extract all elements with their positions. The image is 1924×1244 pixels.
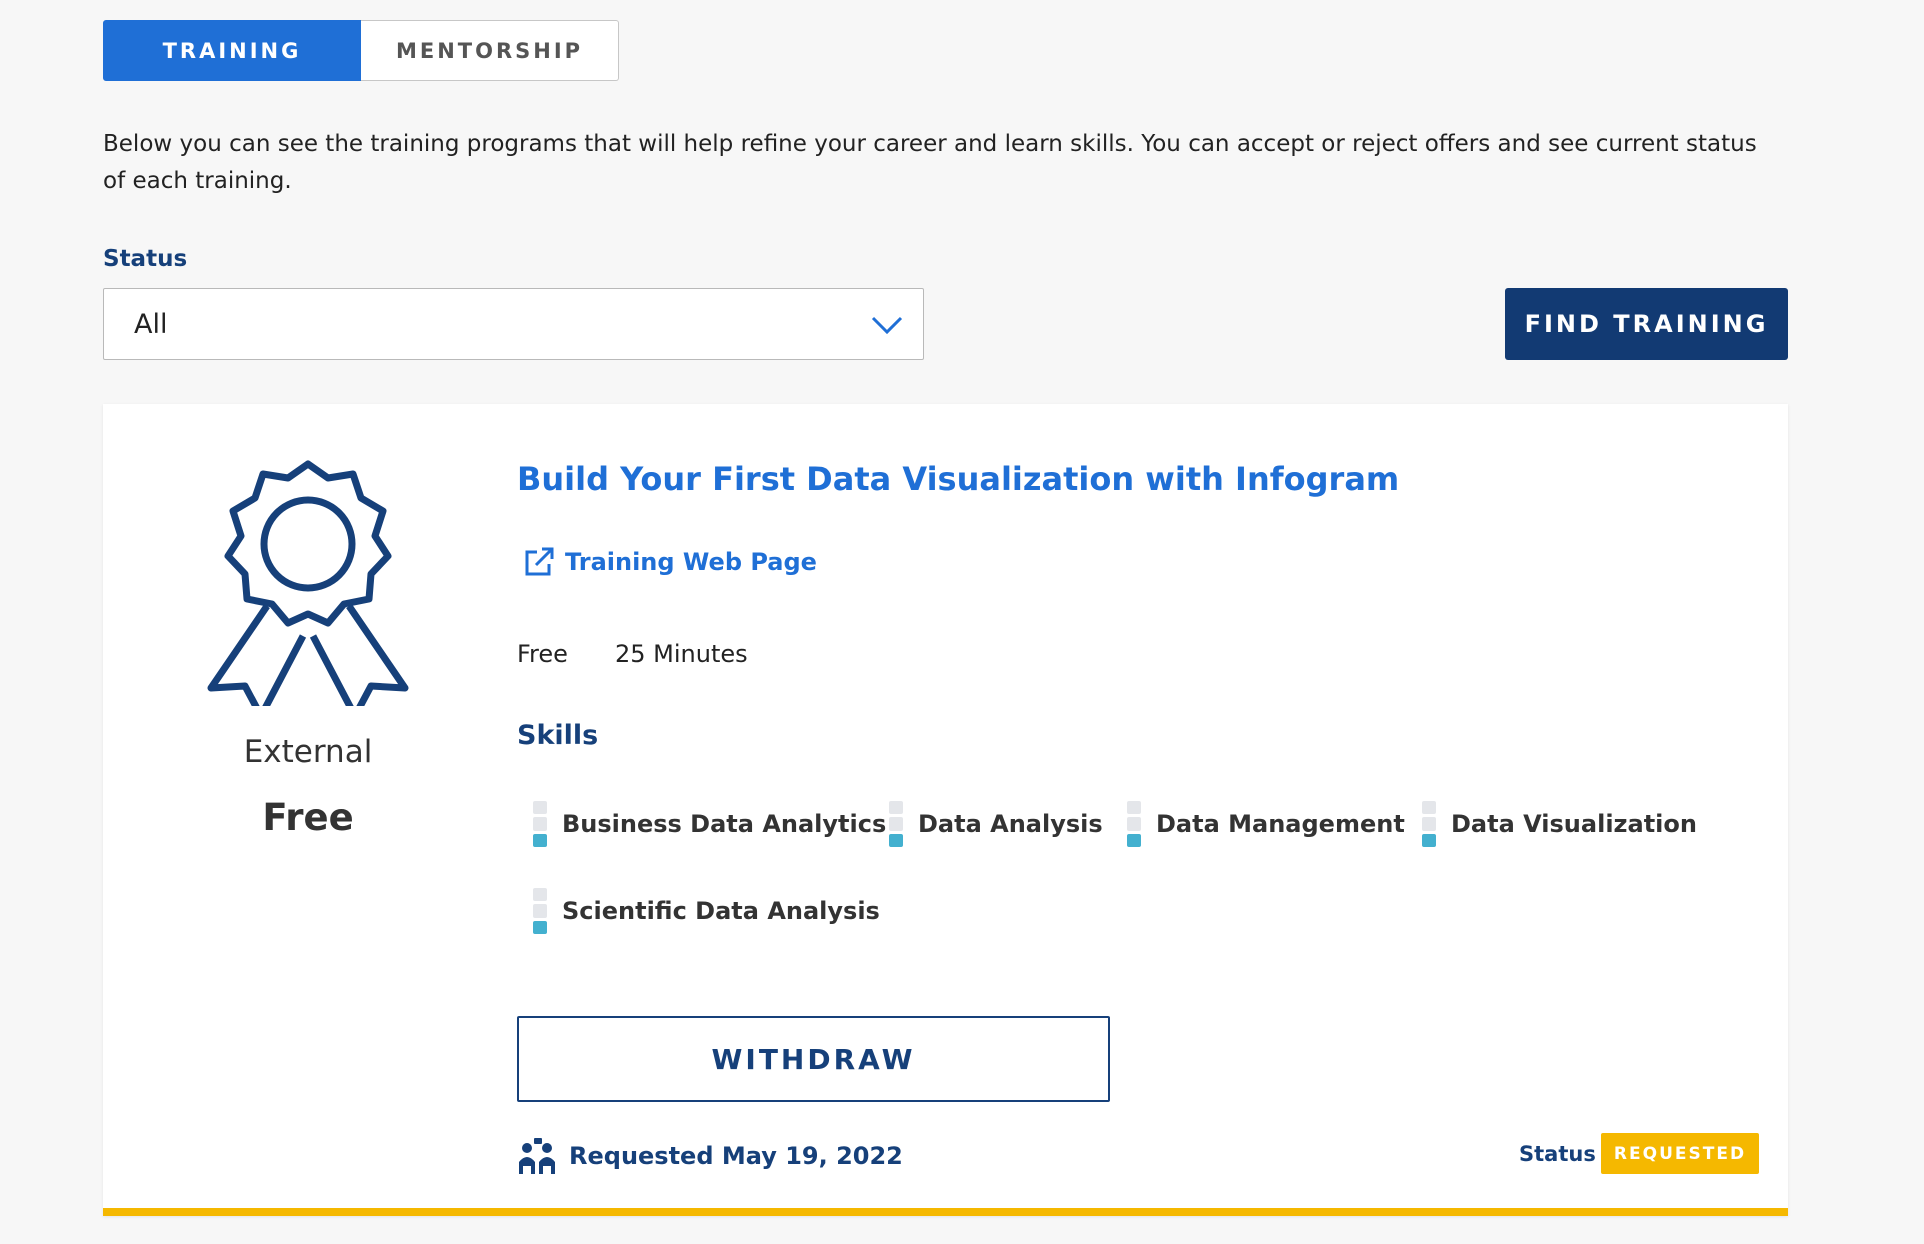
award-ribbon-icon [207,460,409,706]
tab-mentorship[interactable]: MENTORSHIP [361,20,619,81]
training-type: External [243,734,373,770]
skill-item: Scientific Data Analysis [533,888,880,934]
skill-name: Data Visualization [1451,810,1697,838]
intro-text: Below you can see the training programs … [103,131,1757,194]
status-label: Status [1519,1142,1596,1166]
external-link-icon [525,547,554,576]
training-price: Free [262,796,354,839]
skill-level-meter [1127,801,1141,847]
tab-bar: TRAINING MENTORSHIP [103,20,619,81]
find-training-button[interactable]: FIND TRAINING [1505,288,1788,360]
status-badge: REQUESTED [1601,1133,1759,1174]
skill-name: Scientific Data Analysis [562,897,880,925]
mentoring-people-icon [519,1138,555,1174]
status-filter-label: Status [103,246,188,272]
training-duration: 25 Minutes [615,640,748,668]
skill-item: Business Data Analytics [533,801,886,847]
skill-name: Business Data Analytics [562,810,887,838]
training-web-page-label: Training Web Page [565,548,817,576]
skill-level-meter [533,888,547,934]
tab-training[interactable]: TRAINING [103,20,361,81]
requested-date: Requested May 19, 2022 [569,1142,903,1170]
skill-item: Data Management [1127,801,1405,847]
status-filter-select[interactable]: All [103,288,924,360]
training-web-page-link[interactable]: Training Web Page [521,544,817,580]
skill-level-meter [889,801,903,847]
training-cost: Free [517,640,568,668]
training-title[interactable]: Build Your First Data Visualization with… [517,460,1399,498]
status-filter-value: All [134,308,168,340]
skill-name: Data Management [1156,810,1405,838]
requested-info: Requested May 19, 2022 [517,1136,903,1176]
skill-level-meter [533,801,547,847]
skill-item: Data Visualization [1422,801,1697,847]
skills-heading: Skills [517,720,599,751]
withdraw-button[interactable]: WITHDRAW [517,1016,1110,1102]
training-card: External Free Build Your First Data Visu… [103,404,1788,1216]
chevron-down-icon [871,316,903,335]
skill-name: Data Analysis [918,810,1103,838]
skill-item: Data Analysis [889,801,1103,847]
skill-level-meter [1422,801,1436,847]
